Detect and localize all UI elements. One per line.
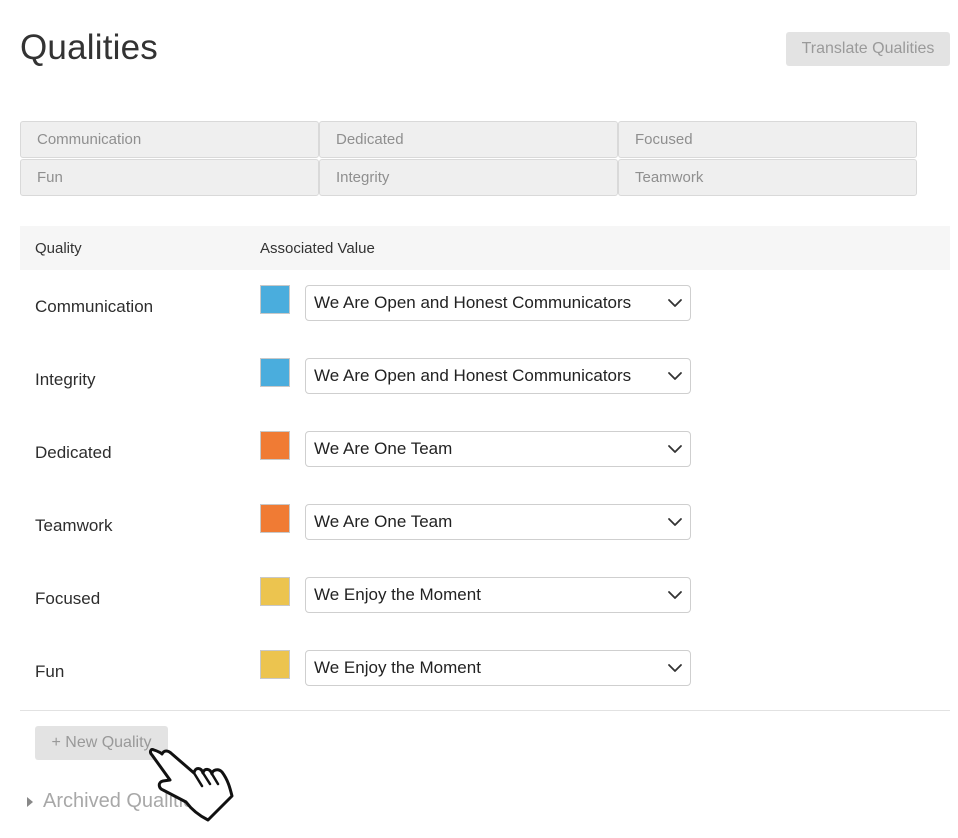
quality-chip[interactable]: Teamwork <box>618 159 917 196</box>
color-swatch[interactable] <box>260 577 290 606</box>
color-swatch[interactable] <box>260 358 290 387</box>
quality-chip[interactable]: Dedicated <box>319 121 618 158</box>
chevron-down-icon <box>668 299 682 307</box>
quality-name: Dedicated <box>35 443 112 462</box>
associated-value-selected: We Are Open and Honest Communicators <box>314 366 632 385</box>
associated-value-select[interactable]: We Enjoy the Moment <box>305 577 691 613</box>
column-header-quality: Quality <box>35 240 82 257</box>
quality-name: Focused <box>35 589 101 608</box>
color-swatch[interactable] <box>260 285 290 314</box>
associated-value-select[interactable]: We Are Open and Honest Communicators <box>305 358 691 394</box>
associated-value-select[interactable]: We Are One Team <box>305 431 691 467</box>
quality-chip[interactable]: Communication <box>20 121 319 158</box>
chevron-down-icon <box>668 591 682 599</box>
page-title: Qualities <box>20 28 158 67</box>
quality-name: Communication <box>35 297 154 316</box>
chevron-down-icon <box>668 372 682 380</box>
color-swatch[interactable] <box>260 650 290 679</box>
associated-value-selected: We Enjoy the Moment <box>314 658 481 677</box>
color-swatch[interactable] <box>260 431 290 460</box>
associated-value-select[interactable]: We Enjoy the Moment <box>305 650 691 686</box>
table-divider <box>20 710 950 711</box>
quality-chip-grid: Communication Dedicated Focused Fun Inte… <box>20 121 918 196</box>
chevron-down-icon <box>668 518 682 526</box>
associated-value-select[interactable]: We Are Open and Honest Communicators <box>305 285 691 321</box>
quality-chip[interactable]: Fun <box>20 159 319 196</box>
table-header: Quality Associated Value <box>20 226 950 270</box>
associated-value-selected: We Are One Team <box>314 439 453 458</box>
associated-value-selected: We Are Open and Honest Communicators <box>314 293 632 312</box>
quality-chip[interactable]: Focused <box>618 121 917 158</box>
column-header-associated-value: Associated Value <box>260 240 375 257</box>
translate-qualities-button[interactable]: Translate Qualities <box>786 32 950 66</box>
quality-name: Fun <box>35 662 65 681</box>
caret-right-icon <box>27 796 33 807</box>
associated-value-select[interactable]: We Are One Team <box>305 504 691 540</box>
chevron-down-icon <box>668 445 682 453</box>
quality-chip[interactable]: Integrity <box>319 159 618 196</box>
quality-name: Teamwork <box>35 516 113 535</box>
table-row: Fun We Enjoy the Moment <box>20 650 950 735</box>
hand-pointer-icon <box>149 748 234 822</box>
quality-name: Integrity <box>35 370 96 389</box>
associated-value-selected: We Are One Team <box>314 512 453 531</box>
associated-value-selected: We Enjoy the Moment <box>314 585 481 604</box>
chevron-down-icon <box>668 664 682 672</box>
color-swatch[interactable] <box>260 504 290 533</box>
